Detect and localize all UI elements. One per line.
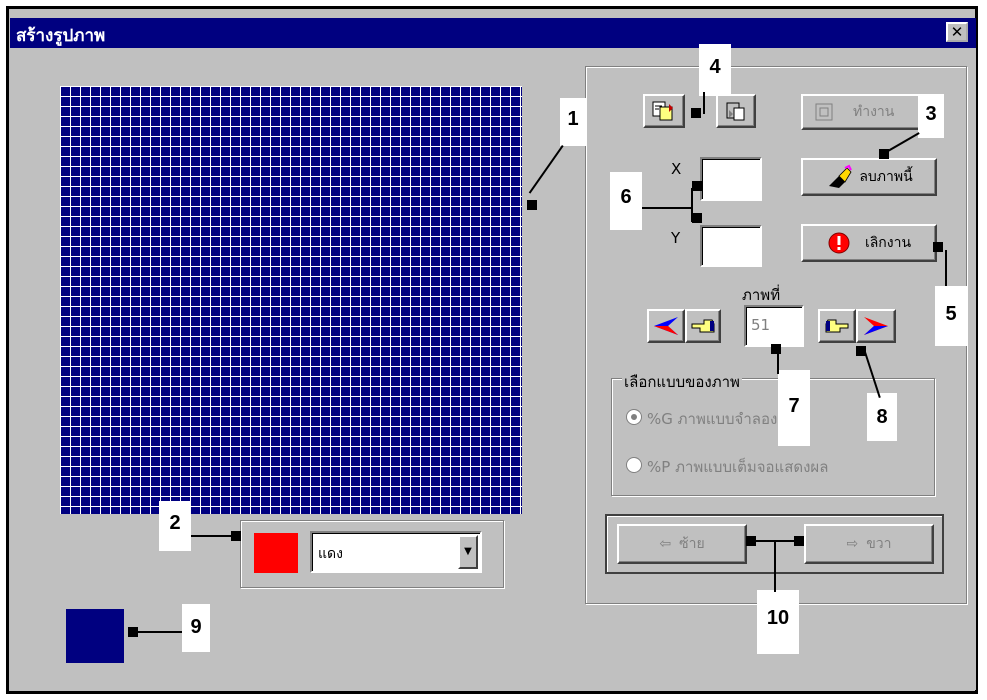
shift-left-button[interactable]: ⇦ ซ้าย: [617, 524, 747, 564]
x-label: X: [671, 160, 682, 178]
eraser-icon: [829, 164, 853, 188]
callout-5: 5: [935, 286, 967, 346]
run-button-label: ทำงาน: [853, 104, 895, 120]
callout-2-dot: [231, 531, 241, 541]
callout-5-dot: [933, 242, 943, 252]
callout-1: 1: [560, 98, 586, 146]
frame-label: ภาพที่: [742, 286, 781, 304]
run-button[interactable]: ทำงาน: [801, 94, 937, 130]
shift-left-label: ซ้าย: [679, 536, 705, 552]
color-preview-square: [66, 609, 124, 663]
pointing-hand-left-icon: [691, 319, 715, 333]
callout-4: 4: [699, 44, 731, 96]
format-option-p-radio[interactable]: [626, 457, 642, 473]
window-title: สร้างรูปภาพ: [16, 26, 106, 46]
close-button[interactable]: ✕: [946, 22, 968, 42]
shift-right-label: ขวา: [866, 536, 892, 552]
callout-4-line: [703, 92, 705, 114]
callout-8: 8: [867, 393, 897, 441]
format-option-g-radio[interactable]: [626, 409, 642, 425]
paste-icon: [726, 102, 745, 121]
callout-2-line: [191, 535, 231, 537]
callout-10-stem: [774, 540, 776, 592]
callout-3-dot: [879, 149, 889, 159]
clear-button-label: ลบภาพนี้: [859, 169, 913, 185]
color-dropdown-value: แดง: [318, 546, 343, 562]
clear-image-button[interactable]: ลบภาพนี้: [801, 158, 937, 196]
run-icon: [815, 103, 833, 121]
frame-number-value: 51: [751, 316, 771, 334]
pointing-hand-right-icon: [825, 319, 849, 333]
y-coordinate-field[interactable]: [700, 225, 762, 267]
selected-color-swatch: [254, 533, 298, 573]
copy-icon: [652, 101, 673, 121]
callout-6: 6: [610, 172, 642, 230]
callout-9: 9: [182, 604, 210, 652]
arrow-left-icon: [654, 317, 678, 335]
arrow-right-outline-icon: ⇨: [846, 536, 859, 552]
arrow-left-outline-icon: ⇦: [659, 536, 672, 552]
image-format-legend: เลือกแบบของภาพ: [622, 370, 742, 394]
callout-4-dot: [691, 108, 701, 118]
frame-number-field[interactable]: 51: [744, 305, 804, 347]
dropdown-arrow-icon[interactable]: ▼: [458, 535, 478, 569]
cancel-button-label: เลิกงาน: [864, 235, 912, 251]
x-coordinate-field[interactable]: [700, 157, 762, 201]
arrow-right-icon: [864, 317, 888, 335]
callout-3: 3: [918, 94, 944, 138]
callout-5-line: [945, 250, 947, 286]
callout-7-line: [777, 352, 779, 374]
first-frame-button[interactable]: [647, 309, 685, 343]
callout-1-dot: [527, 200, 537, 210]
callout-6-dot-x: [692, 181, 702, 191]
color-dropdown[interactable]: แดง ▼: [310, 531, 482, 573]
radio-selected-dot: [631, 414, 637, 420]
last-frame-button[interactable]: [856, 309, 896, 343]
previous-frame-button[interactable]: [685, 309, 721, 343]
y-label: Y: [671, 229, 681, 247]
title-bar: สร้างรูปภาพ ✕: [10, 18, 976, 48]
format-option-g-label: %G ภาพแบบจำลอง: [647, 410, 778, 428]
callout-6-dot-y: [692, 213, 702, 223]
format-option-p-label: %P ภาพแบบเต็มจอแสดงผล: [647, 458, 829, 476]
copy-button[interactable]: [643, 94, 685, 128]
next-frame-button[interactable]: [818, 309, 856, 343]
callout-7: 7: [778, 370, 810, 446]
callout-2: 2: [159, 501, 191, 551]
callout-9-line: [136, 631, 182, 633]
pixel-drawing-grid[interactable]: [60, 86, 522, 514]
paste-button[interactable]: [716, 94, 756, 128]
callout-10: 10: [757, 590, 799, 654]
callout-7-dot: [771, 344, 781, 354]
callout-6-line: [642, 207, 692, 209]
stop-icon: [828, 232, 850, 254]
shift-right-button[interactable]: ⇨ ขวา: [804, 524, 934, 564]
cancel-button[interactable]: เลิกงาน: [801, 224, 937, 262]
